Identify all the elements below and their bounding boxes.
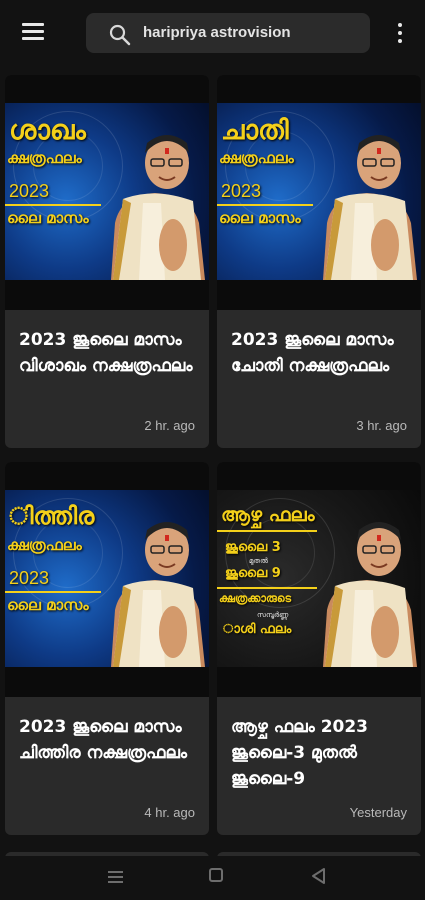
thumb-subtitle: ക്ഷത്രഫലം <box>219 149 294 167</box>
video-thumbnail: ശാഖം ക്ഷത്രഫലം 2023 ലൈ മാസം <box>5 75 209 310</box>
nav-back-icon[interactable] <box>309 866 327 886</box>
video-timestamp: Yesterday <box>349 805 407 820</box>
video-card[interactable]: ചാതി ക്ഷത്രഫലം 2023 ലൈ മാസം 2023 ജൂലൈ മാ… <box>217 75 421 448</box>
thumb-from-label: മുതൽ <box>249 557 268 565</box>
more-vert-icon[interactable] <box>392 20 408 46</box>
thumb-complete-label: സമ്പൂർണ്ണ <box>257 611 289 619</box>
thumb-stars-label: ക്ഷത്രക്കാരുടെ <box>219 592 292 605</box>
video-title: 2023 ജൂലൈ മാസം ചിത്തിര നക്ഷത്രഫലം <box>19 717 188 763</box>
search-query: haripriya astrovision <box>143 24 291 41</box>
thumb-month: ലൈ മാസം <box>7 209 89 227</box>
video-thumbnail: ആഴ്ച ഫലം ജൂലൈ 3 മുതൽ ജൂലൈ 9 ക്ഷത്രക്കാരു… <box>217 462 421 697</box>
thumb-title: ആഴ്ച ഫലം <box>221 504 315 526</box>
video-card[interactable]: ിത്തിര ക്ഷത്രഫലം 2023 ലൈ മാസം 2023 ജൂലൈ … <box>5 462 209 835</box>
video-title: ആഴ്ച ഫലം 2023 ജൂലൈ-3 മുതൽ ജൂലൈ-9 <box>231 717 369 789</box>
video-title: 2023 ജൂലൈ മാസം ചോതി നക്ഷത്രഫലം <box>231 330 394 376</box>
top-app-bar: haripriya astrovision <box>0 0 425 64</box>
search-icon <box>109 24 131 46</box>
nav-home-icon[interactable] <box>209 868 223 882</box>
search-field[interactable]: haripriya astrovision <box>86 13 370 53</box>
astrologer-photo <box>323 135 417 280</box>
thumb-divider <box>217 204 313 206</box>
thumb-title: ശാഖം <box>9 115 86 146</box>
nav-recents-icon[interactable] <box>105 867 125 887</box>
astrologer-photo <box>323 522 417 667</box>
thumb-divider <box>217 530 317 532</box>
video-timestamp: 2 hr. ago <box>144 418 195 433</box>
thumb-rashi-label: ാശി ഫലം <box>223 622 292 637</box>
video-thumbnail: ചാതി ക്ഷത്രഫലം 2023 ലൈ മാസം <box>217 75 421 310</box>
thumb-month: ലൈ മാസം <box>7 596 89 614</box>
thumb-divider <box>5 204 101 206</box>
thumb-subtitle: ക്ഷത്രഫലം <box>7 536 82 554</box>
astrologer-photo <box>111 135 205 280</box>
video-title: 2023 ജൂലൈ മാസം വിശാഖം നക്ഷത്രഫലം <box>19 330 193 376</box>
video-timestamp: 4 hr. ago <box>144 805 195 820</box>
thumb-date-from: ജൂലൈ 3 <box>225 540 281 555</box>
video-timestamp: 3 hr. ago <box>356 418 407 433</box>
thumb-subtitle: ക്ഷത്രഫലം <box>7 149 82 167</box>
system-nav-bar <box>0 856 425 900</box>
thumb-divider-2 <box>217 587 317 589</box>
video-card[interactable]: ശാഖം ക്ഷത്രഫലം 2023 ലൈ മാസം 2023 ജൂലൈ മാ… <box>5 75 209 448</box>
thumb-date-to: ജൂലൈ 9 <box>225 566 281 581</box>
thumb-year: 2023 <box>221 181 262 201</box>
thumb-month: ലൈ മാസം <box>219 209 301 227</box>
menu-icon[interactable] <box>20 20 46 44</box>
thumb-divider <box>5 591 101 593</box>
thumb-title: ചാതി <box>221 115 289 146</box>
astrologer-photo <box>111 522 205 667</box>
thumb-year: 2023 <box>9 568 50 588</box>
thumb-title: ിത്തിര <box>9 502 95 530</box>
thumb-year: 2023 <box>9 181 50 201</box>
video-thumbnail: ിത്തിര ക്ഷത്രഫലം 2023 ലൈ മാസം <box>5 462 209 697</box>
video-card[interactable]: ആഴ്ച ഫലം ജൂലൈ 3 മുതൽ ജൂലൈ 9 ക്ഷത്രക്കാരു… <box>217 462 421 835</box>
